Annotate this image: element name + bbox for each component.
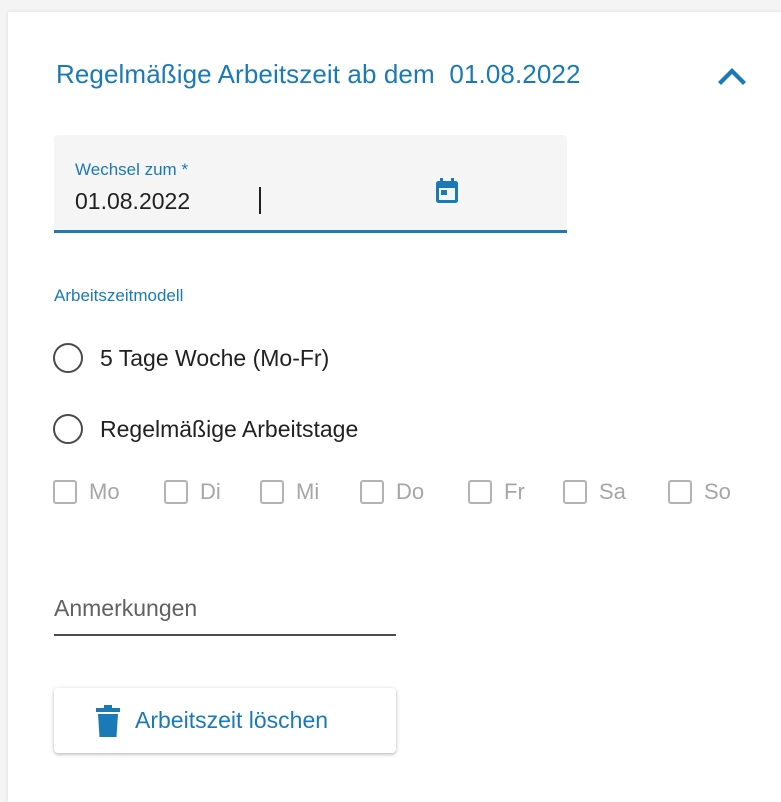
change-date-field[interactable]: Wechsel zum * — [54, 135, 567, 233]
checkbox-box[interactable] — [360, 480, 384, 504]
checkbox-label: Fr — [504, 479, 525, 504]
radio-circle[interactable] — [53, 414, 83, 444]
checkbox-mo[interactable]: Mo — [53, 477, 120, 507]
checkbox-box[interactable] — [260, 480, 284, 504]
radio-five-day-week[interactable]: 5 Tage Woche (Mo-Fr) — [53, 343, 329, 373]
checkbox-label: Sa — [599, 479, 626, 504]
checkbox-label: So — [704, 479, 731, 504]
checkbox-label: Do — [396, 479, 425, 504]
working-time-card — [8, 12, 781, 802]
calendar-icon — [436, 178, 458, 203]
text-cursor — [259, 187, 261, 214]
checkbox-mi[interactable]: Mi — [260, 477, 319, 507]
checkbox-fr[interactable]: Fr — [468, 477, 525, 507]
radio-regular-workdays[interactable]: Regelmäßige Arbeitstage — [53, 414, 358, 444]
notes-field[interactable] — [54, 578, 396, 636]
checkbox-sa[interactable]: Sa — [563, 477, 626, 507]
notes-input[interactable] — [54, 595, 384, 622]
radio-label: 5 Tage Woche (Mo-Fr) — [100, 344, 330, 371]
radio-circle[interactable] — [53, 343, 83, 373]
trash-icon — [93, 702, 123, 740]
checkbox-so[interactable]: So — [668, 477, 731, 507]
checkbox-box[interactable] — [164, 480, 188, 504]
calendar-button[interactable] — [426, 173, 468, 209]
chevron-up-icon — [718, 68, 746, 85]
delete-button-label: Arbeitszeit löschen — [135, 707, 329, 733]
checkbox-label: Mi — [296, 479, 320, 504]
checkbox-label: Di — [200, 479, 221, 504]
checkbox-box[interactable] — [668, 480, 692, 504]
checkbox-di[interactable]: Di — [164, 477, 221, 507]
checkbox-box[interactable] — [563, 480, 587, 504]
change-date-input[interactable] — [75, 188, 375, 215]
panel-title: Regelmäßige Arbeitszeit ab dem 01.08.202… — [56, 59, 581, 89]
delete-working-time-button[interactable]: Arbeitszeit löschen — [54, 688, 396, 753]
change-date-label: Wechsel zum * — [75, 160, 189, 179]
collapse-button[interactable] — [710, 58, 754, 94]
work-model-label: Arbeitszeitmodell — [54, 286, 184, 305]
checkbox-box[interactable] — [53, 480, 77, 504]
radio-label: Regelmäßige Arbeitstage — [100, 415, 359, 442]
checkbox-do[interactable]: Do — [360, 477, 424, 507]
checkbox-label: Mo — [89, 479, 120, 504]
checkbox-box[interactable] — [468, 480, 492, 504]
